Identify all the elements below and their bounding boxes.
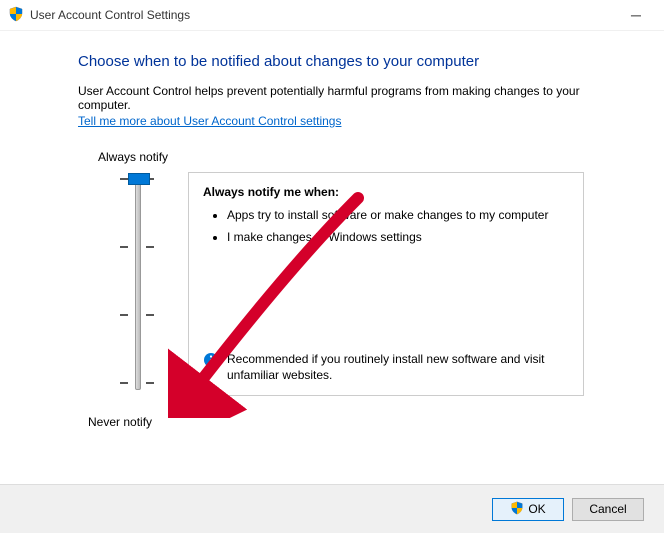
panel-bullet-list: Apps try to install software or make cha…	[203, 207, 569, 245]
recommendation-row: Recommended if you routinely install new…	[203, 351, 569, 383]
slider-label-top: Always notify	[98, 150, 168, 164]
panel-bullet: I make changes to Windows settings	[227, 229, 569, 245]
cancel-button[interactable]: Cancel	[572, 498, 644, 521]
panel-title: Always notify me when:	[203, 185, 569, 199]
ok-button[interactable]: OK	[492, 498, 564, 521]
cancel-button-label: Cancel	[589, 502, 626, 516]
info-icon	[203, 352, 219, 371]
page-description: User Account Control helps prevent poten…	[78, 84, 642, 112]
learn-more-link[interactable]: Tell me more about User Account Control …	[78, 114, 341, 128]
slider-label-bottom: Never notify	[88, 415, 152, 429]
notification-slider[interactable]	[120, 172, 154, 392]
titlebar: User Account Control Settings ─	[0, 0, 664, 31]
shield-icon	[8, 6, 24, 25]
ok-button-label: OK	[528, 502, 545, 516]
recommendation-text: Recommended if you routinely install new…	[227, 351, 569, 383]
content-area: Choose when to be notified about changes…	[0, 31, 664, 470]
shield-icon	[510, 501, 524, 518]
window-title: User Account Control Settings	[30, 8, 190, 22]
slider-track	[135, 176, 141, 390]
minimize-button[interactable]: ─	[616, 7, 656, 23]
page-heading: Choose when to be notified about changes…	[78, 53, 642, 70]
slider-thumb[interactable]	[128, 173, 150, 185]
panel-bullet: Apps try to install software or make cha…	[227, 207, 569, 223]
body-area: Always notify Never notify Always notify…	[78, 150, 642, 470]
dialog-footer: OK Cancel	[0, 484, 664, 533]
detail-panel: Always notify me when: Apps try to insta…	[188, 172, 584, 396]
uac-settings-window: User Account Control Settings ─ Choose w…	[0, 0, 664, 533]
